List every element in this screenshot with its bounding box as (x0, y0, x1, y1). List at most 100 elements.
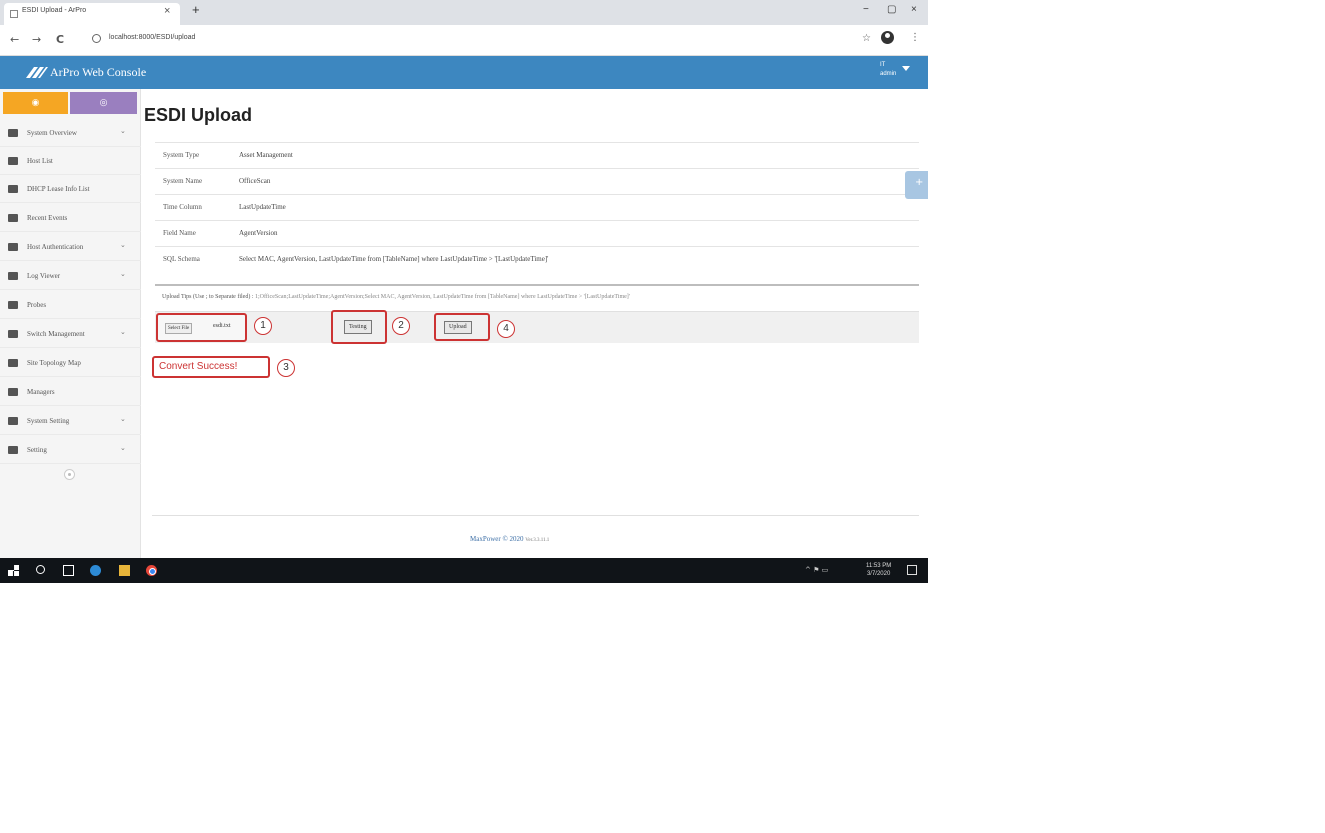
table-row: Time Column LastUpdateTime (155, 194, 919, 220)
callout-badge: 1 (254, 317, 272, 335)
row-key: SQL Schema (163, 255, 200, 263)
url-text[interactable]: localhost:8000/ESDI/upload (109, 34, 195, 41)
forward-icon[interactable]: → (32, 33, 41, 46)
browser-tab[interactable]: ESDI Upload - ArPro × (4, 3, 180, 25)
footer-version: Ver.3.3.11.1 (525, 538, 550, 543)
file-picker[interactable]: Select File esdi.txt (156, 313, 247, 342)
sidebar-item-label: DHCP Lease Info List (27, 185, 90, 193)
row-value: Select MAC, AgentVersion, LastUpdateTime… (239, 255, 549, 263)
user-menu-button[interactable]: IT admin (880, 61, 914, 83)
dashboard-icon: ◉ (31, 98, 40, 108)
arpro-logo-icon (26, 67, 48, 78)
laptop-icon (8, 157, 18, 165)
sidebar-item-setting[interactable]: Setting ⌄ (0, 438, 141, 464)
chevron-down-icon: ⌄ (120, 127, 126, 135)
user-role: IT (880, 62, 886, 68)
sidebar-item-label: Host Authentication (27, 243, 84, 251)
chevron-down-icon: ⌄ (120, 241, 126, 249)
sidebar-item-probes[interactable]: Probes (0, 293, 141, 319)
list-icon (8, 272, 18, 280)
sidebar-item-label: Site Topology Map (27, 359, 81, 367)
monitor-icon (8, 446, 18, 454)
callout-number: 4 (503, 323, 509, 334)
edge-browser-icon[interactable] (90, 565, 101, 576)
minimize-icon[interactable]: − (863, 4, 869, 15)
url-field[interactable]: localhost:8000/ESDI/upload (86, 30, 856, 50)
sidebar-item-recent-events[interactable]: Recent Events (0, 206, 141, 232)
config-info-table: System Type Asset Management System Name… (155, 142, 919, 276)
sidebar-item-switch-management[interactable]: Switch Management ⌄ (0, 322, 141, 348)
laptop-icon (8, 301, 18, 309)
sidebar-tab-dashboard[interactable]: ◉ (3, 92, 68, 114)
page-title: ESDI Upload (144, 105, 253, 125)
laptop-icon (8, 185, 18, 193)
sidebar-item-host-authentication[interactable]: Host Authentication ⌄ (0, 235, 141, 261)
app-brand[interactable]: ArPro Web Console (50, 65, 146, 80)
testing-highlight: Testing (331, 310, 387, 344)
tab-title: ESDI Upload - ArPro (22, 7, 87, 14)
sidebar-tab-view[interactable]: ◎ (70, 92, 137, 114)
select-file-button[interactable]: Select File (165, 323, 193, 334)
new-tab-button[interactable]: + (192, 2, 200, 17)
maximize-icon[interactable]: ▢ (887, 4, 896, 15)
table-icon (8, 214, 18, 222)
page-favicon-icon (10, 10, 18, 18)
notification-icon[interactable] (907, 565, 917, 575)
testing-button[interactable]: Testing (344, 320, 372, 334)
row-key: System Type (163, 151, 200, 159)
account-icon[interactable] (881, 31, 894, 44)
row-value: Asset Management (239, 151, 293, 159)
sidebar-item-system-overview[interactable]: System Overview ⌄ (0, 121, 141, 147)
chevron-down-icon: ⌄ (120, 270, 126, 278)
tab-close-icon[interactable]: × (164, 5, 170, 17)
table-row: System Type Asset Management (155, 142, 919, 168)
callout-number: 2 (398, 320, 404, 331)
row-value: AgentVersion (239, 229, 278, 237)
system-tray-icons[interactable]: ^ ⚑ ▭ (805, 566, 828, 574)
row-key: System Name (163, 177, 203, 185)
browser-tab-bar: ESDI Upload - ArPro × + − ▢ × (0, 0, 928, 25)
sidebar-item-dhcp-lease[interactable]: DHCP Lease Info List (0, 177, 141, 203)
callout-number: 1 (260, 320, 266, 331)
sidebar-item-log-viewer[interactable]: Log Viewer ⌄ (0, 264, 141, 290)
sidebar-item-label: System Setting (27, 417, 70, 425)
clock[interactable]: 11:53 PM 3/7/2020 (866, 562, 891, 578)
sidebar-item-site-topology-map[interactable]: Site Topology Map (0, 351, 141, 377)
task-view-icon[interactable] (63, 565, 74, 576)
clock-time: 11:53 PM (866, 563, 892, 569)
browser-menu-icon[interactable]: ⋮ (910, 32, 920, 43)
sidebar-item-label: Managers (27, 388, 55, 396)
chevron-down-icon: ⌄ (120, 328, 126, 336)
window-close-icon[interactable]: × (911, 4, 917, 15)
file-explorer-icon[interactable] (119, 565, 130, 576)
users-icon (8, 388, 18, 396)
user-name: admin (880, 71, 897, 77)
callout-number: 3 (283, 362, 289, 373)
chevron-down-icon: ⌄ (120, 444, 126, 452)
page-footer: MaxPower © 2020 Ver.3.3.11.1 (470, 535, 549, 543)
add-panel-button[interactable]: + (905, 171, 928, 199)
row-key: Field Name (163, 229, 196, 237)
sidebar-collapse-icon[interactable] (64, 469, 75, 480)
sidebar-item-label: Setting (27, 446, 47, 454)
back-icon[interactable]: ← (10, 33, 19, 46)
sidebar-item-label: Host List (27, 157, 53, 165)
upload-button[interactable]: Upload (444, 321, 472, 334)
reload-icon[interactable]: C (56, 33, 64, 46)
search-icon[interactable] (36, 565, 45, 574)
table-row: SQL Schema Select MAC, AgentVersion, Las… (155, 246, 919, 276)
chrome-icon[interactable] (146, 565, 157, 576)
windows-start-icon[interactable] (8, 565, 19, 576)
address-bar: ← → C localhost:8000/ESDI/upload ☆ ⋮ (0, 25, 928, 56)
sidebar-item-label: Switch Management (27, 330, 85, 338)
sidebar-item-system-setting[interactable]: System Setting ⌄ (0, 409, 141, 435)
bookmark-star-icon[interactable]: ☆ (862, 33, 871, 44)
callout-badge: 2 (392, 317, 410, 335)
os-taskbar: ^ ⚑ ▭ 11:53 PM 3/7/2020 (0, 558, 928, 583)
laptop-icon (8, 359, 18, 367)
site-info-icon[interactable] (92, 34, 101, 43)
sidebar-item-managers[interactable]: Managers (0, 380, 141, 406)
success-message: Convert Success! (152, 356, 270, 378)
plus-icon: + (915, 177, 924, 188)
sidebar-item-host-list[interactable]: Host List (0, 149, 141, 175)
